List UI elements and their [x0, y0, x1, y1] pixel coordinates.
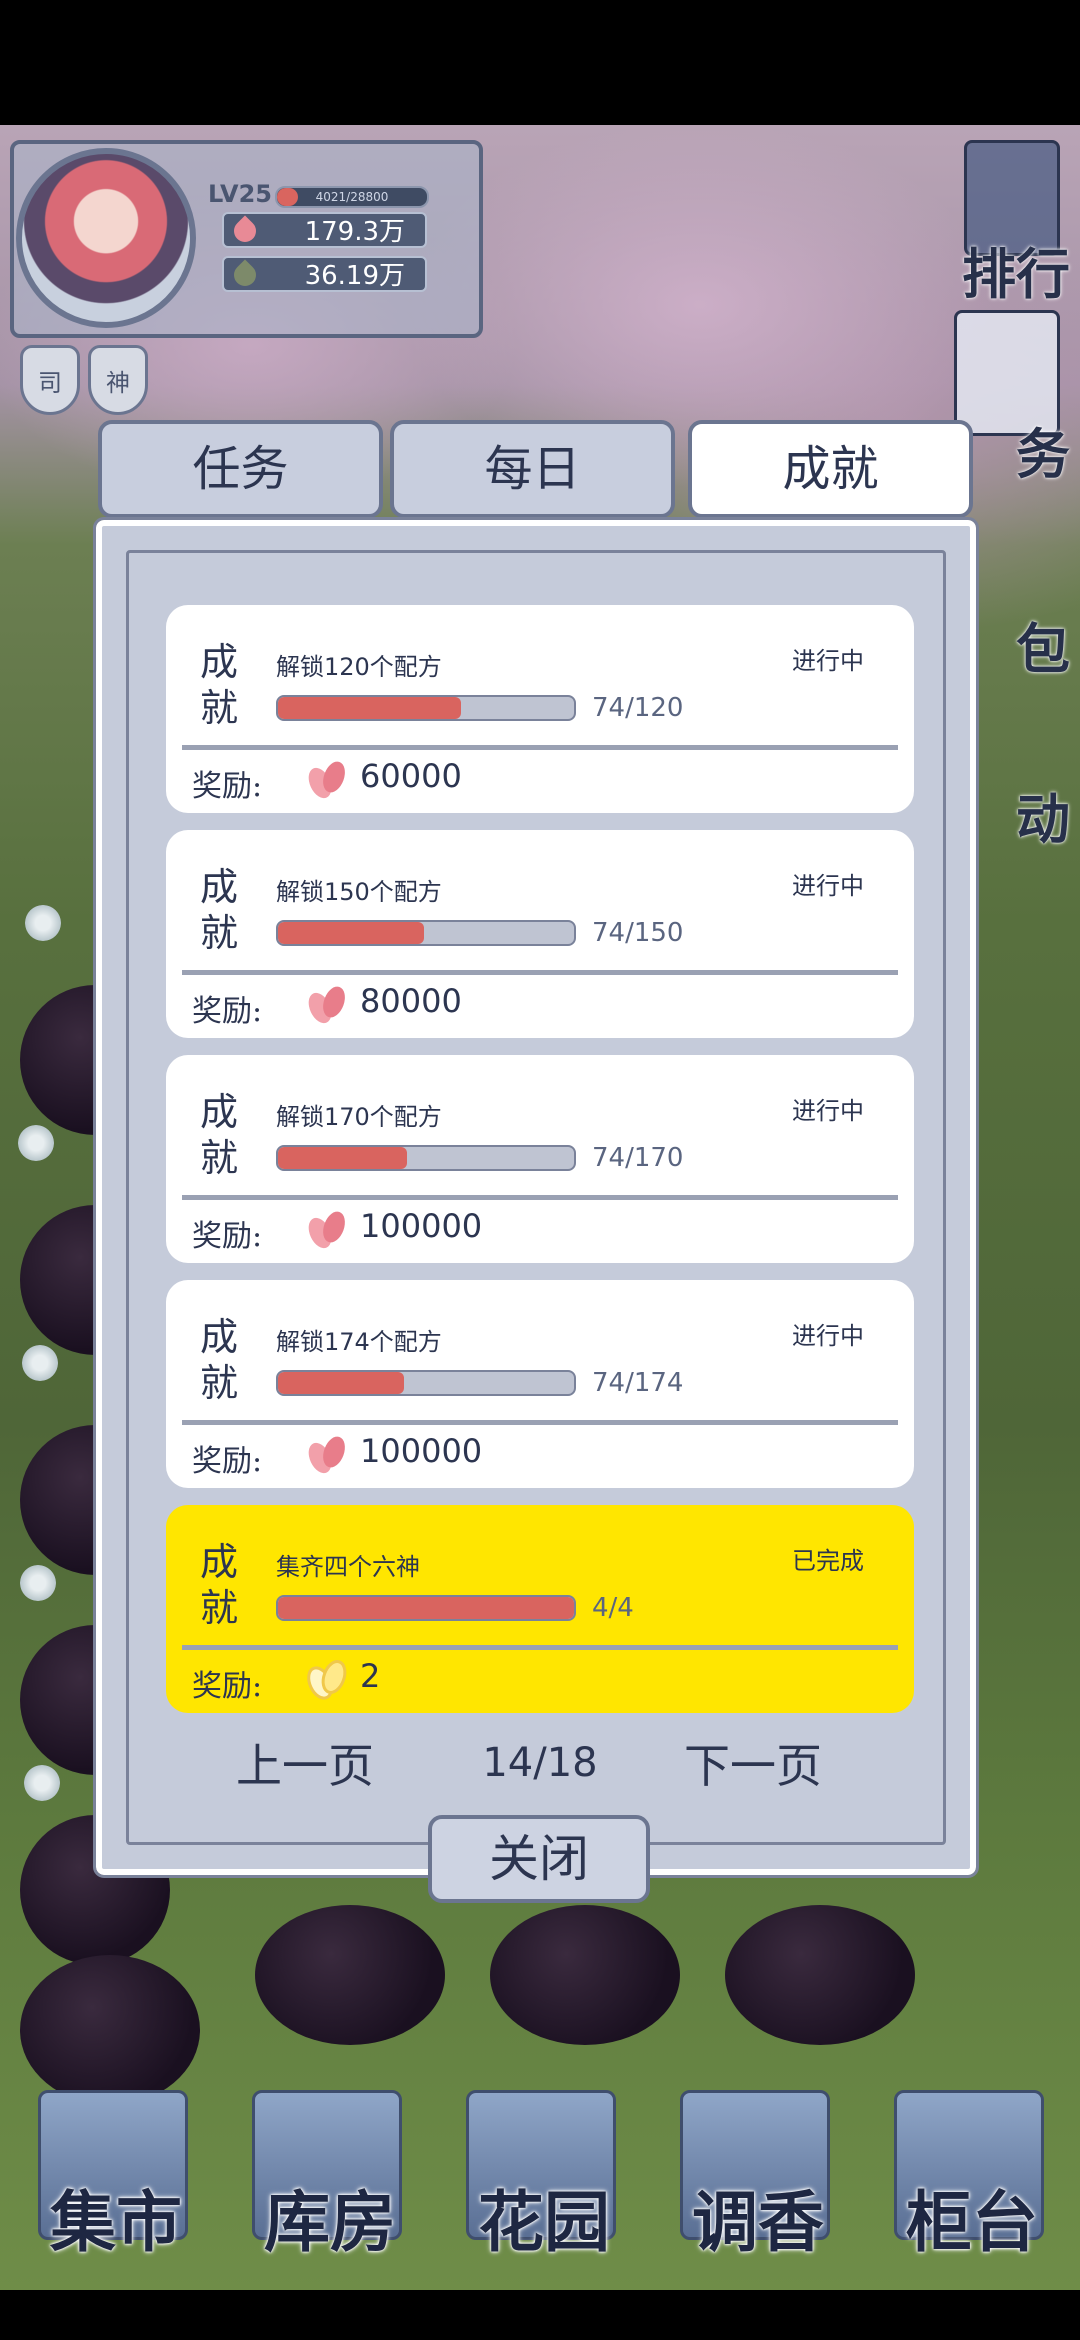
achievement-title: 解锁174个配方: [276, 1328, 442, 1356]
achievement-title: 解锁150个配方: [276, 878, 442, 906]
achievement-label: 成就: [200, 1315, 239, 1405]
divider: [182, 1420, 898, 1425]
achievement-title: 解锁120个配方: [276, 653, 442, 681]
bush: [255, 1905, 445, 2045]
page-indicator: 14/18: [482, 1740, 598, 1786]
bush: [490, 1905, 680, 2045]
nav-perfume[interactable]: 调香: [680, 2090, 830, 2261]
progress-bar: [276, 1145, 576, 1171]
achievement-label: 成就: [200, 1090, 239, 1180]
divider: [182, 1645, 898, 1650]
progress-fill: [278, 1372, 404, 1394]
achievement-label: 成就: [200, 640, 239, 730]
reward-label: 奖励:: [192, 1219, 263, 1254]
achievement-card: 成就 解锁120个配方 进行中 74/120 奖励: 60000: [166, 605, 914, 813]
petal-icon: [308, 761, 345, 799]
achievement-card: 成就 解锁150个配方 进行中 74/150 奖励: 80000: [166, 830, 914, 1038]
progress-bar: [276, 920, 576, 946]
progress-bar: [276, 1595, 576, 1621]
reward-label: 奖励:: [192, 1444, 263, 1479]
achievement-card-completed[interactable]: 成就 集齐四个六神 已完成 4/4 奖励: 2: [166, 1505, 914, 1713]
reward-value: 100000: [360, 1432, 483, 1470]
reward-value: 80000: [360, 982, 462, 1020]
bag-button[interactable]: 包: [1016, 605, 1070, 684]
nav-market-label: 集市: [50, 2183, 182, 2261]
nav-market[interactable]: 集市: [38, 2090, 188, 2261]
nav-warehouse-label: 库房: [264, 2183, 396, 2261]
progress-text: 74/120: [592, 693, 684, 723]
ranking-button[interactable]: 排行: [962, 230, 1070, 309]
golden-petal-icon: [307, 1660, 347, 1700]
achievement-status: 进行中: [792, 647, 864, 675]
bottom-bar-area: [0, 2290, 1080, 2340]
seed-currency: 36.19万: [222, 256, 427, 292]
avatar[interactable]: [16, 148, 196, 328]
reward-label: 奖励:: [192, 994, 263, 1029]
bush: [20, 1955, 200, 2105]
bush: [725, 1905, 915, 2045]
petal-icon: [308, 1211, 345, 1249]
progress-fill: [278, 1597, 574, 1619]
nav-warehouse[interactable]: 库房: [252, 2090, 402, 2261]
reward-value: 60000: [360, 757, 462, 795]
flower: [22, 1345, 58, 1381]
progress-bar: [276, 695, 576, 721]
progress-text: 74/174: [592, 1368, 684, 1398]
flower: [25, 905, 61, 941]
petal-icon: [308, 1436, 345, 1474]
reward-value: 2: [360, 1657, 381, 1695]
progress-fill: [278, 1147, 407, 1169]
reward-label: 奖励:: [192, 1669, 263, 1704]
next-page-button[interactable]: 下一页: [684, 1730, 822, 1796]
petal-amount: 179.3万: [304, 217, 405, 247]
petal-currency: 179.3万: [222, 212, 427, 248]
divider: [182, 745, 898, 750]
seed-amount: 36.19万: [304, 261, 405, 291]
achievement-card: 成就 解锁170个配方 进行中 74/170 奖励: 100000: [166, 1055, 914, 1263]
tab-achievement[interactable]: 成就: [688, 420, 973, 518]
achievement-label: 成就: [200, 1540, 239, 1630]
seed-icon: [229, 259, 261, 291]
divider: [182, 1195, 898, 1200]
achievement-card: 成就 解锁174个配方 进行中 74/174 奖励: 100000: [166, 1280, 914, 1488]
divider: [182, 970, 898, 975]
progress-bar: [276, 1370, 576, 1396]
reward-label: 奖励:: [192, 769, 263, 804]
achievement-title: 集齐四个六神: [276, 1553, 420, 1581]
xp-text: 4021/28800: [315, 190, 389, 204]
nav-garden[interactable]: 花园: [466, 2090, 616, 2261]
progress-fill: [278, 922, 424, 944]
progress-fill: [278, 697, 461, 719]
achievement-status: 进行中: [792, 1322, 864, 1350]
tab-task[interactable]: 任务: [98, 420, 383, 518]
achievement-status: 进行中: [792, 872, 864, 900]
nav-garden-label: 花园: [478, 2183, 610, 2261]
tab-daily[interactable]: 每日: [390, 420, 675, 518]
event-button[interactable]: 动: [1016, 775, 1070, 854]
status-bar-area: [0, 0, 1080, 125]
badge-shen[interactable]: 神: [88, 345, 148, 415]
achievement-title: 解锁170个配方: [276, 1103, 442, 1131]
xp-bar: 4021/28800: [275, 186, 429, 208]
flower: [20, 1565, 56, 1601]
close-button[interactable]: 关闭: [428, 1815, 650, 1903]
progress-text: 74/170: [592, 1143, 684, 1173]
achievement-label: 成就: [200, 865, 239, 955]
nav-counter-label: 柜台: [906, 2183, 1038, 2261]
task-button[interactable]: 务: [1016, 410, 1070, 489]
badge-si[interactable]: 司: [20, 345, 80, 415]
nav-counter[interactable]: 柜台: [894, 2090, 1044, 2261]
player-level: LV25: [208, 180, 272, 208]
reward-value: 100000: [360, 1207, 483, 1245]
nav-perfume-label: 调香: [692, 2183, 824, 2261]
achievement-status: 已完成: [792, 1547, 864, 1575]
petal-icon: [308, 986, 345, 1024]
progress-text: 74/150: [592, 918, 684, 948]
progress-text: 4/4: [592, 1593, 634, 1623]
flower: [18, 1125, 54, 1161]
petal-icon: [229, 215, 261, 247]
achievement-status: 进行中: [792, 1097, 864, 1125]
